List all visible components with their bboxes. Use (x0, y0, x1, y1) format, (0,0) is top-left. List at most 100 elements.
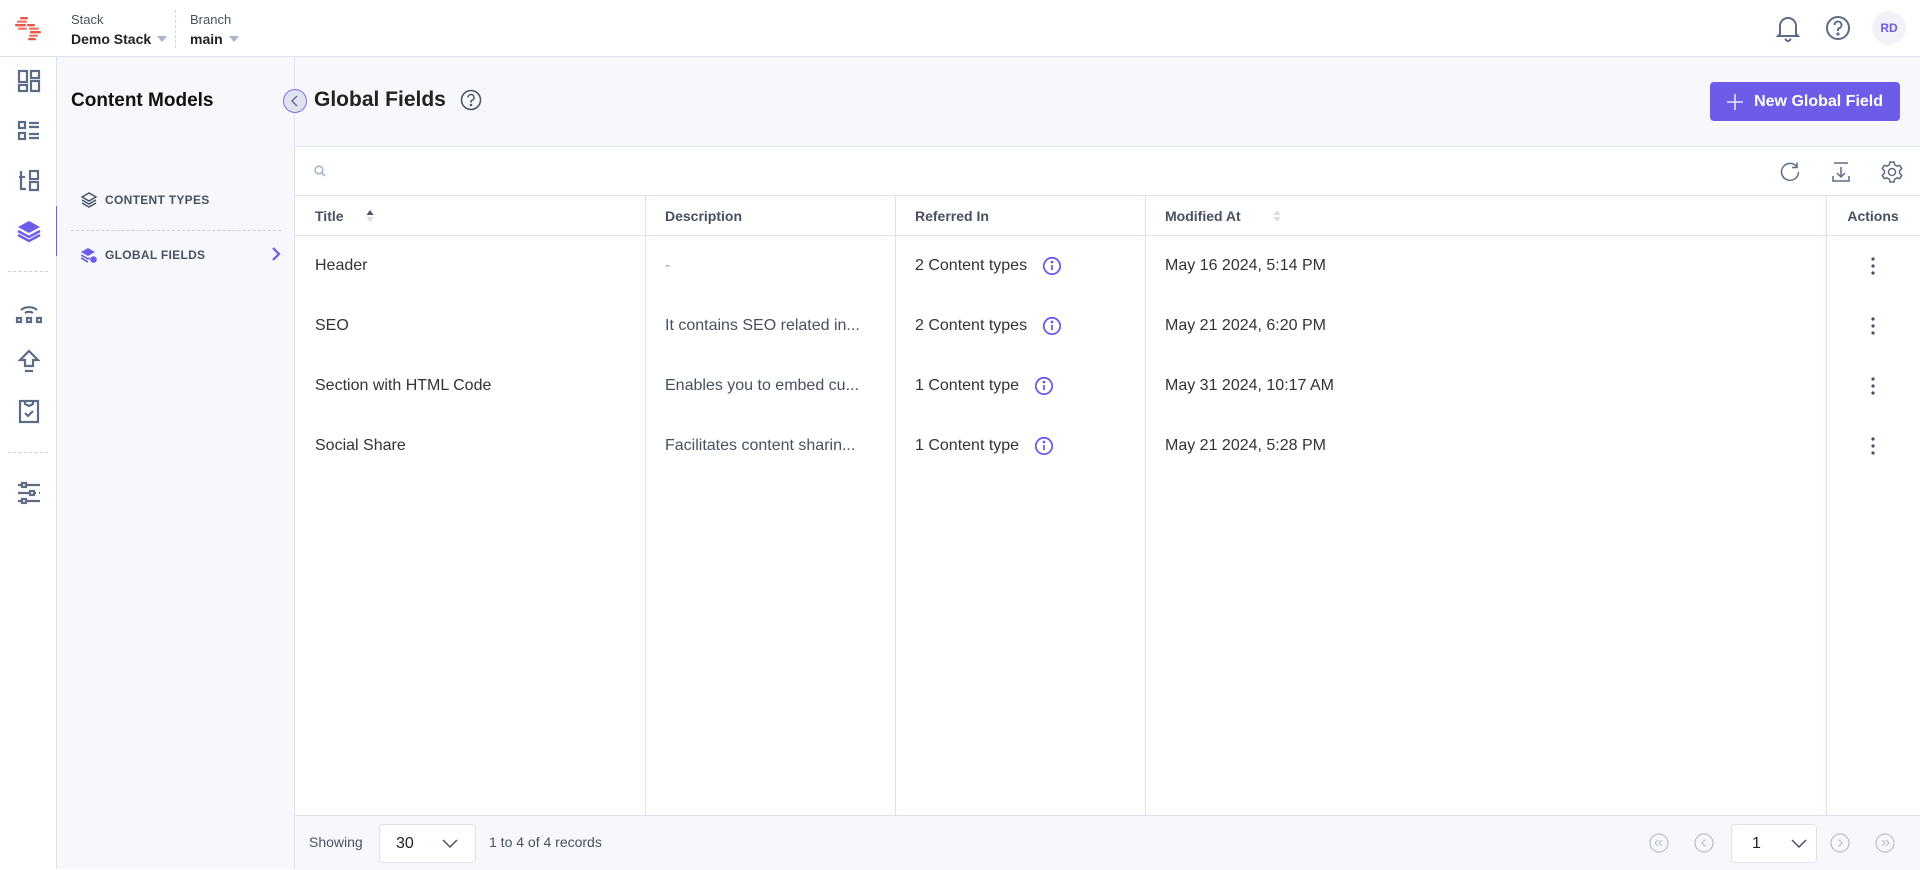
last-page-icon[interactable] (1875, 833, 1895, 853)
tasks-icon (18, 399, 39, 424)
table-row[interactable]: Header - 2 Content types May 16 2024, 5:… (295, 236, 1920, 296)
referred-in-text: 1 Content type (915, 437, 1020, 454)
cell-modified-at: May 31 2024, 10:17 AM (1165, 377, 1334, 394)
collapse-sidebar-button[interactable] (283, 89, 307, 113)
stack-selector[interactable]: Stack Demo Stack (71, 12, 168, 47)
per-page-select[interactable]: 30 (379, 824, 476, 863)
top-bar: Stack Demo Stack Branch main RD (0, 0, 1920, 57)
row-actions-button[interactable] (1826, 416, 1920, 476)
rail-dashboard[interactable] (0, 61, 57, 101)
sidebar-title: Content Models (71, 90, 214, 111)
new-global-field-label: New Global Field (1754, 92, 1883, 110)
current-page: 1 (1752, 834, 1761, 852)
new-global-field-button[interactable]: New Global Field (1710, 82, 1900, 121)
records-count: 1 to 4 of 4 records (489, 834, 602, 850)
content-models-icon (16, 221, 41, 243)
referred-in-text: 2 Content types (915, 257, 1028, 274)
rail-content-models[interactable] (0, 206, 58, 256)
row-actions-button[interactable] (1826, 356, 1920, 416)
branch-selector[interactable]: Branch main (190, 12, 239, 47)
refresh-icon (1780, 162, 1800, 181)
info-icon (1034, 376, 1054, 396)
icon-rail (0, 57, 58, 869)
cell-modified-at: May 21 2024, 6:20 PM (1165, 317, 1326, 334)
notifications-button[interactable] (1772, 12, 1804, 44)
table-row[interactable]: Social Share Facilitates content sharin.… (295, 416, 1920, 476)
bell-icon (1775, 17, 1801, 42)
column-header-title[interactable]: Title (295, 196, 645, 236)
rail-entries[interactable] (0, 111, 57, 151)
info-button[interactable] (1042, 316, 1062, 336)
column-header-actions: Actions (1826, 196, 1920, 236)
avatar[interactable]: RD (1872, 11, 1906, 45)
global-fields-icon (81, 248, 97, 263)
dashboard-icon (17, 69, 40, 93)
column-header-description: Description (645, 196, 895, 236)
content-models-sidebar: Content Models CONTENT TYPES GLOBAL FIEL… (57, 57, 295, 869)
branch-label: Branch (190, 12, 232, 27)
cell-title[interactable]: Section with HTML Code (295, 356, 491, 416)
referred-in-text: 1 Content type (915, 377, 1020, 394)
rail-releases[interactable] (0, 293, 57, 333)
branch-value: main (190, 31, 223, 47)
pagination-footer: Showing 30 1 to 4 of 4 records 1 (295, 815, 1920, 870)
more-vertical-icon (1871, 437, 1875, 455)
info-button[interactable] (1042, 256, 1062, 276)
cell-description: Enables you to embed cu... (665, 377, 859, 394)
export-button[interactable] (1827, 158, 1855, 186)
row-actions-button[interactable] (1826, 296, 1920, 356)
gear-icon (1881, 161, 1903, 183)
page-title: Global Fields (314, 88, 446, 111)
search-input[interactable] (333, 157, 1633, 187)
column-header-label: Actions (1847, 208, 1899, 224)
info-button[interactable] (1034, 376, 1054, 396)
column-header-label: Referred In (915, 208, 989, 224)
row-actions-button[interactable] (1826, 236, 1920, 296)
next-page-icon[interactable] (1830, 833, 1850, 853)
cell-description: Facilitates content sharin... (665, 437, 856, 454)
info-icon (1042, 256, 1062, 276)
per-page-value: 30 (396, 834, 414, 852)
cell-modified-at: May 16 2024, 5:14 PM (1165, 257, 1326, 274)
sidebar-item-label: CONTENT TYPES (105, 193, 210, 207)
help-icon (1826, 16, 1850, 40)
column-header-modified-at[interactable]: Modified At (1145, 196, 1825, 236)
column-header-label: Description (665, 208, 743, 224)
settings-icon (17, 481, 40, 505)
entries-icon (17, 120, 39, 141)
cell-title[interactable]: SEO (295, 296, 349, 356)
first-page-icon[interactable] (1649, 833, 1669, 853)
table-row[interactable]: Section with HTML Code Enables you to em… (295, 356, 1920, 416)
search-bar (295, 147, 1920, 196)
cell-referred-in: 1 Content type (895, 416, 1054, 476)
divider (175, 10, 176, 48)
contentstack-logo-icon[interactable] (14, 15, 42, 41)
rail-settings[interactable] (0, 473, 57, 513)
rail-assets[interactable] (0, 161, 57, 201)
previous-page-icon[interactable] (1694, 833, 1714, 853)
sidebar-item-global-fields[interactable]: GLOBAL FIELDS (81, 238, 281, 272)
info-button[interactable] (1034, 436, 1054, 456)
stack-label: Stack (71, 12, 104, 27)
caret-down-icon (228, 36, 239, 42)
table-header: Title Description Referred In Modified A… (295, 196, 1920, 236)
info-icon (1042, 316, 1062, 336)
chevron-right-icon (272, 247, 281, 261)
help-icon[interactable] (460, 89, 482, 111)
rail-tasks[interactable] (0, 391, 57, 431)
refresh-button[interactable] (1776, 158, 1804, 186)
cell-title[interactable]: Social Share (295, 416, 406, 476)
chevron-left-icon (291, 95, 298, 107)
more-vertical-icon (1871, 377, 1875, 395)
sort-asc-icon (366, 210, 374, 222)
cell-title[interactable]: Header (295, 236, 367, 296)
sidebar-item-label: GLOBAL FIELDS (105, 248, 206, 262)
cell-modified-at: May 21 2024, 5:28 PM (1165, 437, 1326, 454)
sidebar-item-content-types[interactable]: CONTENT TYPES (81, 183, 281, 217)
rail-publish-queue[interactable] (0, 342, 57, 382)
publish-queue-icon (17, 349, 40, 373)
settings-button[interactable] (1878, 158, 1906, 186)
help-button[interactable] (1822, 12, 1854, 44)
page-select[interactable]: 1 (1731, 824, 1817, 863)
table-row[interactable]: SEO It contains SEO related in... 2 Cont… (295, 296, 1920, 356)
